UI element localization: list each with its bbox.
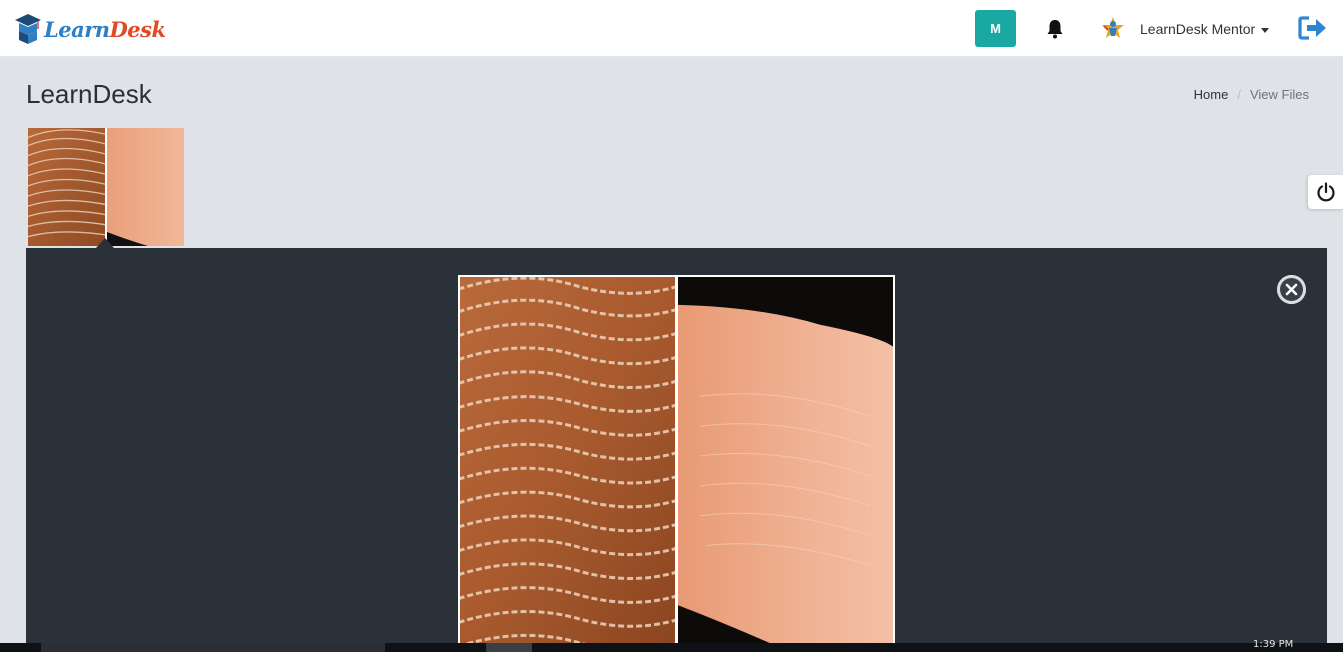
power-icon <box>1316 182 1335 202</box>
breadcrumb: Home / View Files <box>1194 87 1309 102</box>
logo[interactable]: LearnDesk <box>14 12 166 46</box>
taskbar-search-box[interactable] <box>41 643 385 652</box>
thumbnail-pointer <box>96 238 114 248</box>
logout-icon[interactable] <box>1298 15 1327 41</box>
page-title: LearnDesk <box>26 79 152 109</box>
close-preview-button[interactable] <box>1277 275 1306 304</box>
taskbar-active-app[interactable] <box>486 643 532 652</box>
user-menu[interactable]: LearnDesk Mentor <box>1100 14 1270 44</box>
breadcrumb-current: View Files <box>1249 87 1309 102</box>
logo-text-desk: Desk <box>109 16 166 42</box>
fingerprint-thumbnail-image <box>28 128 184 246</box>
top-navbar: LearnDesk M LearnDesk Mentor <box>0 0 1343 57</box>
taskbar-clock: 1:39 PM <box>1253 639 1294 650</box>
breadcrumb-home-link[interactable]: Home <box>1194 87 1229 102</box>
logo-text-learn: Learn <box>44 16 110 42</box>
fingerprint-preview-image <box>460 277 893 652</box>
chevron-down-icon <box>1261 27 1270 33</box>
user-initial-avatar[interactable]: M <box>975 10 1016 47</box>
breadcrumb-separator: / <box>1237 87 1241 102</box>
os-taskbar: 1:39 PM <box>0 639 1343 652</box>
preview-image-frame <box>458 275 895 652</box>
file-preview-panel <box>26 248 1327 652</box>
graduation-cap-logo-icon <box>15 14 41 44</box>
close-icon <box>1277 275 1306 304</box>
bell-icon[interactable] <box>1045 18 1065 40</box>
power-side-tab[interactable] <box>1308 175 1343 209</box>
file-thumbnail[interactable] <box>28 128 184 246</box>
user-star-icon <box>1102 17 1124 38</box>
user-name: LearnDesk Mentor <box>1140 21 1256 37</box>
